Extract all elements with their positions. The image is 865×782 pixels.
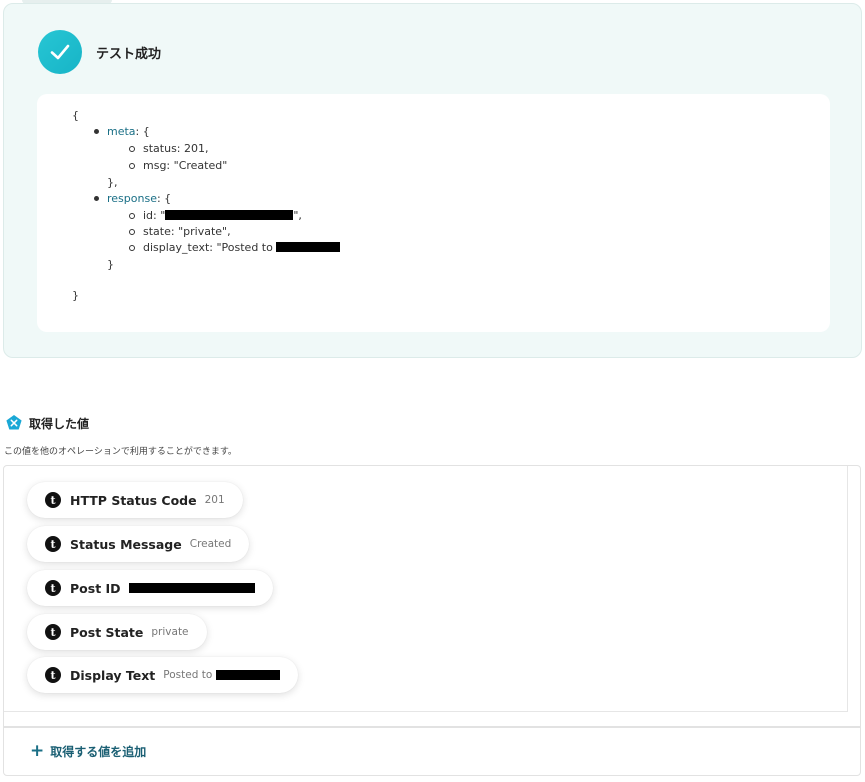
redacted-block [128, 583, 255, 593]
bullet [129, 213, 135, 219]
json-response-line: response: { [107, 192, 172, 205]
json-response-state: state: "private", [143, 225, 231, 238]
bullet [129, 245, 135, 251]
bullet [94, 196, 99, 201]
value-chip-value: private [151, 626, 189, 638]
value-chip-label: Post ID [70, 580, 121, 596]
json-meta-msg: msg: "Created" [143, 159, 228, 172]
value-chip-value: Posted to [163, 669, 280, 681]
acquired-values-title: 取得した値 [29, 416, 90, 431]
value-chip-label: Post State [70, 624, 144, 640]
json-response-display-text: display_text: "Posted to [143, 241, 341, 255]
json-open-brace: { [72, 109, 79, 122]
acquired-values-header: 取得した値 [5, 414, 89, 432]
add-value-label: 取得する値を追加 [50, 745, 147, 759]
redacted-block [276, 242, 341, 252]
value-chip-label: Status Message [70, 536, 182, 552]
value-chip-post-id[interactable]: t Post ID [27, 570, 273, 606]
acquired-values-icon [6, 415, 22, 430]
tumblr-icon: t [45, 492, 61, 508]
values-scroll-area: t HTTP Status Code 201 t Status Message … [4, 466, 848, 712]
redacted-block [215, 670, 280, 680]
acquired-values-list: t HTTP Status Code 201 t Status Message … [3, 465, 861, 727]
acquired-values-description: この値を他のオペレーションで利用することができます。 [4, 447, 237, 457]
json-response-id: id: " ", [143, 209, 302, 222]
success-title: テスト成功 [96, 46, 162, 62]
plus-icon: + [30, 741, 45, 761]
tumblr-icon: t [45, 536, 61, 552]
tumblr-icon: t [45, 624, 61, 640]
value-chip-value [128, 583, 255, 593]
value-chip-display-text[interactable]: t Display Text Posted to [27, 657, 298, 693]
value-chip-value: Created [189, 538, 232, 550]
tumblr-icon: t [45, 667, 61, 683]
json-output: { meta: { status: 201, msg: "Created" },… [37, 94, 830, 332]
check-icon [38, 30, 82, 74]
add-value-button[interactable]: + 取得する値を追加 [3, 727, 861, 776]
json-key-response: response [107, 192, 157, 205]
bullet [129, 229, 135, 235]
redacted-block [165, 210, 294, 220]
value-chip-http-status-code[interactable]: t HTTP Status Code 201 [27, 482, 243, 518]
tumblr-icon: t [45, 580, 61, 596]
json-close-brace: } [72, 289, 79, 302]
success-header: テスト成功 [38, 30, 161, 74]
value-chip-label: HTTP Status Code [70, 492, 197, 508]
json-meta-line: meta: { [107, 125, 150, 138]
test-result-panel: テスト成功 { meta: { status: 201, msg: "Creat… [3, 3, 862, 358]
json-meta-status: status: 201, [143, 142, 209, 155]
json-key-meta: meta [107, 125, 136, 138]
bullet [129, 146, 135, 152]
value-chip-value: 201 [204, 494, 225, 506]
json-meta-close: }, [107, 176, 118, 189]
value-chip-post-state[interactable]: t Post State private [27, 614, 207, 650]
value-chip-status-message[interactable]: t Status Message Created [27, 526, 250, 562]
bullet [94, 129, 99, 134]
value-chip-label: Display Text [70, 667, 156, 683]
bullet [129, 163, 135, 169]
json-response-close: } [107, 258, 114, 271]
